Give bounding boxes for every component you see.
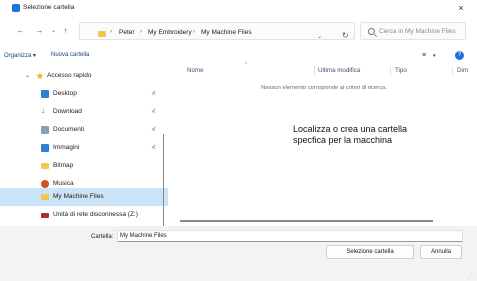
refresh-icon[interactable]: ↻ (342, 31, 349, 40)
empty-folder-message: Nessun elemento corrisponde ai criteri d… (261, 85, 387, 91)
organize-button[interactable]: Organizza ▾ (4, 52, 36, 59)
chevron-down-icon[interactable]: ⌄ (317, 33, 322, 40)
help-icon[interactable]: ? (455, 51, 464, 60)
resize-grip-icon[interactable]: ⋰ (467, 273, 473, 280)
documents-icon (41, 126, 49, 134)
sidebar-item-quick-access[interactable]: ⌄ Accesso rapido (0, 67, 168, 85)
music-icon (41, 180, 49, 188)
column-divider[interactable] (314, 66, 315, 76)
column-header-size[interactable]: Dim (457, 67, 468, 74)
column-header-modified[interactable]: Ultima modifica (318, 67, 360, 74)
search-input[interactable]: Cerca in My Machine Files (360, 22, 466, 40)
up-button[interactable]: ↑ (60, 25, 71, 37)
breadcrumb-peter[interactable]: Peter (119, 29, 135, 36)
pictures-icon (41, 144, 49, 152)
breadcrumb-separator: › (140, 28, 143, 35)
new-folder-button[interactable]: Nuova cartella (51, 52, 89, 58)
navigation-bar: ← → ⌄ ↑ › Peter › My Embroidery › My Mac… (0, 19, 477, 45)
close-button[interactable]: × (454, 2, 468, 14)
folder-icon (98, 31, 106, 37)
sidebar-item-label: Bitmap (53, 162, 74, 169)
pin-icon[interactable]: ⊀ (151, 144, 156, 151)
folder-icon (41, 163, 49, 169)
network-drive-icon (41, 213, 49, 218)
file-list: ^ Nome Ultima modifica Tipo Dim Nessun e… (172, 62, 477, 222)
pin-icon[interactable]: ⊀ (151, 126, 156, 133)
sidebar-item-label: My Machine Files (53, 193, 104, 200)
sidebar-item-label: Immagini (53, 144, 80, 151)
back-button[interactable]: ← (15, 25, 26, 37)
pin-icon[interactable]: ⊀ (151, 90, 156, 97)
download-icon: ↓ (41, 106, 45, 115)
forward-button[interactable]: → (34, 25, 45, 37)
window-title: Selezione cartella (23, 4, 75, 11)
recent-locations-button[interactable]: ⌄ (48, 25, 59, 37)
folder-icon (41, 194, 49, 200)
sidebar-item-label: Accesso rapido (47, 72, 92, 79)
sidebar-item-label: Download (53, 108, 82, 115)
address-bar[interactable]: › Peter › My Embroidery › My Machine Fil… (79, 22, 355, 40)
sidebar-item-label: Unità di rete disconnessa (Z:) (53, 211, 138, 218)
cancel-button[interactable]: Annulla (420, 245, 462, 259)
breadcrumb-my-embroidery[interactable]: My Embroidery (148, 29, 192, 36)
column-header-name[interactable]: Nome (187, 67, 204, 74)
desktop-icon (41, 90, 49, 98)
column-divider[interactable] (390, 66, 391, 76)
sidebar-item-desktop[interactable]: Desktop ⊀ (0, 85, 168, 103)
sidebar-item-label: Documenti (53, 126, 85, 133)
column-header-type[interactable]: Tipo (395, 67, 407, 74)
breadcrumb-my-machine-files[interactable]: My Machine Files (201, 29, 252, 36)
search-icon (368, 28, 375, 35)
column-divider[interactable] (452, 66, 453, 76)
breadcrumb-separator: › (110, 28, 113, 35)
chevron-down-icon[interactable]: ⌄ (25, 72, 30, 79)
navigation-pane: ⌄ Accesso rapido Desktop ⊀ ↓ Download ⊀ … (0, 64, 168, 274)
sidebar-item-download[interactable]: ↓ Download ⊀ (0, 103, 168, 121)
sidebar-item-my-machine-files[interactable]: My Machine Files (0, 188, 168, 206)
chevron-down-icon[interactable]: ▾ (433, 53, 436, 59)
sidebar-item-immagini[interactable]: Immagini ⊀ (0, 139, 168, 157)
search-placeholder: Cerca in My Machine Files (379, 28, 456, 35)
sidebar-item-bitmap[interactable]: Bitmap (0, 157, 168, 175)
sidebar-item-label: Desktop (53, 90, 77, 97)
app-icon (12, 4, 20, 12)
command-bar: Organizza ▾ Nuova cartella ≡ ▾ ? (0, 47, 477, 63)
bottom-panel: Cartella: My Machine Files Selezione car… (0, 226, 477, 281)
breadcrumb-separator: › (193, 28, 196, 35)
title-bar: Selezione cartella × (0, 0, 477, 17)
view-options-icon[interactable]: ≡ (422, 52, 426, 59)
sort-indicator-icon: ^ (245, 62, 248, 68)
pin-icon[interactable]: ⊀ (151, 108, 156, 115)
sidebar-item-network-drive[interactable]: Unità di rete disconnessa (Z:) (0, 206, 168, 224)
folder-field-label: Cartella: (91, 234, 114, 240)
star-icon (36, 72, 44, 80)
folder-name-field[interactable]: My Machine Files (117, 230, 463, 242)
horizontal-scrollbar[interactable] (180, 220, 433, 222)
select-folder-button[interactable]: Selezione cartella (326, 245, 414, 259)
sidebar-item-label: Musica (53, 180, 74, 187)
sidebar-item-documenti[interactable]: Documenti ⊀ (0, 121, 168, 139)
annotation-text: Localizza o crea una cartella specfica p… (293, 124, 408, 145)
